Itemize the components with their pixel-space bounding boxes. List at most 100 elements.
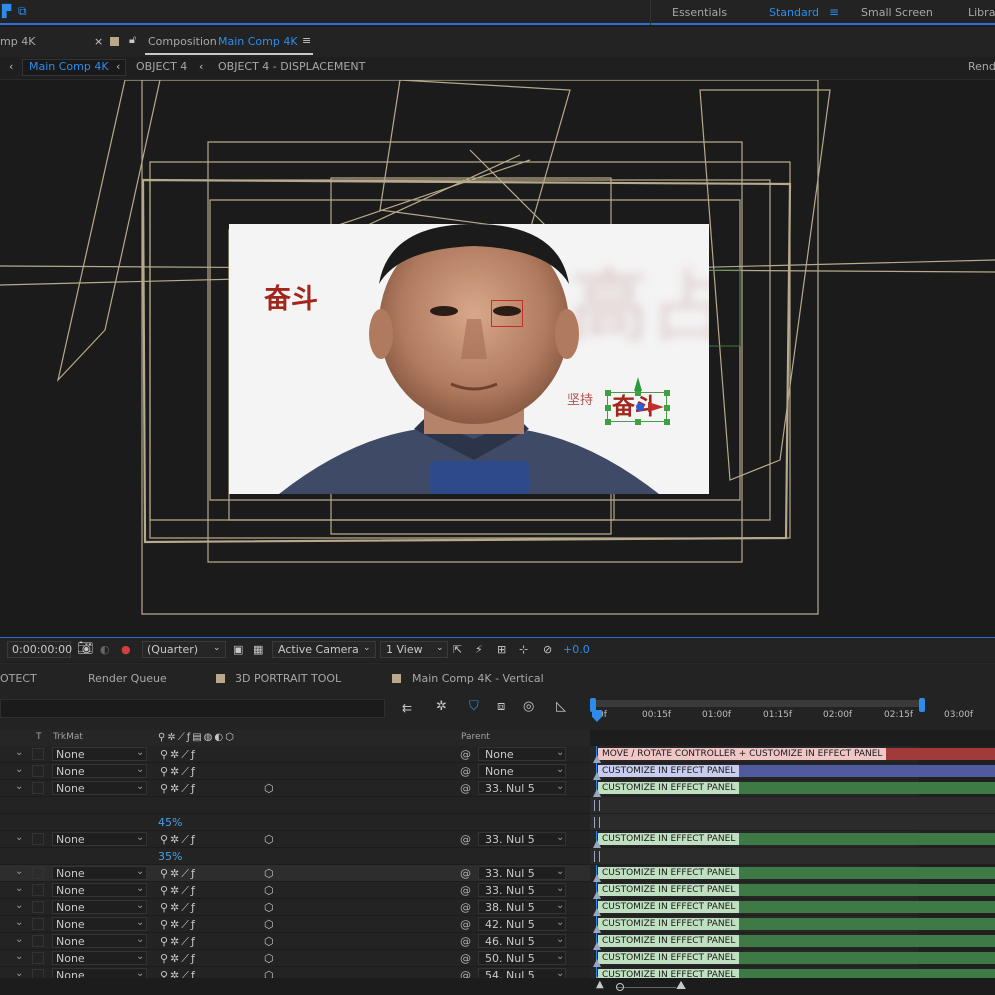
preserve-transparency-toggle[interactable] <box>32 901 44 913</box>
chevron-down-icon[interactable]: ⌄ <box>15 951 23 962</box>
work-area-end-handle[interactable] <box>919 698 925 712</box>
zoom-out-icon[interactable]: ▲ <box>596 979 604 990</box>
layer-row[interactable]: ⌄ None ⌄ ⚲✲⟋ƒ @ None ⌄ <box>0 763 590 780</box>
layer-switches-icon[interactable]: ⚲✲⟋ƒ <box>160 748 197 762</box>
pickwhip-icon[interactable]: @ <box>460 782 471 795</box>
comp-tab-name[interactable]: Main Comp 4K <box>218 35 298 48</box>
preserve-transparency-toggle[interactable] <box>32 935 44 947</box>
close-icon[interactable]: × <box>94 35 103 48</box>
chevron-down-icon[interactable]: ⌄ <box>15 934 23 945</box>
playhead[interactable] <box>592 710 602 722</box>
selection-box-eye[interactable] <box>491 300 523 327</box>
gizmo-handle[interactable] <box>664 390 670 396</box>
pickwhip-icon[interactable]: @ <box>460 884 471 897</box>
zoom-slider-track[interactable] <box>616 987 676 988</box>
layer-bar[interactable]: MOVE / ROTATE CONTROLLER + CUSTOMIZE IN … <box>598 748 995 760</box>
layer-bar[interactable]: CUSTOMIZE IN EFFECT PANEL <box>598 884 995 896</box>
flowchart-icon[interactable]: ⊹ <box>519 643 528 656</box>
preserve-transparency-toggle[interactable] <box>32 765 44 777</box>
subtitle-text[interactable]: 坚持 <box>567 389 593 408</box>
layer-bar[interactable]: CUSTOMIZE IN EFFECT PANEL <box>598 969 995 978</box>
layer-row[interactable]: ⌄ None ⌄ ⚲✲⟋ƒ ⬡ @50. Nul 5 ⌄ <box>0 950 590 967</box>
keyframe-marker[interactable] <box>594 851 600 862</box>
tab-left-comp[interactable]: mp 4K <box>0 35 35 48</box>
breadcrumb-main-comp[interactable]: Main Comp 4K <box>29 60 109 73</box>
composition-viewer[interactable]: 高 占 奋斗 坚持 奋斗 <box>0 80 995 637</box>
gizmo-handle[interactable] <box>605 405 611 411</box>
camera-snapshot-icon[interactable]: 📷︎ <box>77 641 94 656</box>
title-text-large[interactable]: 奋斗 <box>264 277 318 316</box>
pickwhip-icon[interactable]: @ <box>460 867 471 880</box>
breadcrumb-object-4[interactable]: OBJECT 4 <box>136 60 187 73</box>
layer-bar[interactable]: CUSTOMIZE IN EFFECT PANEL <box>598 918 995 930</box>
chevron-left-icon[interactable]: ‹ <box>9 60 13 73</box>
y-axis-arrow-icon[interactable] <box>634 377 642 391</box>
layer-bar[interactable]: CUSTOMIZE IN EFFECT PANEL <box>598 765 995 777</box>
chevron-down-icon[interactable]: ⌄ <box>15 866 23 877</box>
layer-search-input[interactable] <box>0 699 385 718</box>
pickwhip-icon[interactable]: @ <box>460 969 471 978</box>
layer-bar[interactable]: CUSTOMIZE IN EFFECT PANEL <box>598 901 995 913</box>
gizmo-handle[interactable] <box>664 419 670 425</box>
zoom-slider-handle[interactable] <box>616 983 624 991</box>
gizmo-handle[interactable] <box>605 419 611 425</box>
layer-row[interactable]: ⌄ None ⌄ ⚲✲⟋ƒ ⬡ @33. Nul 5 ⌄ <box>0 831 590 848</box>
preserve-transparency-toggle[interactable] <box>32 867 44 879</box>
layer-row[interactable]: ⌄ None ⌄ ⚲✲⟋ƒ ⬡ @33. Nul 5 ⌄ <box>0 882 590 899</box>
workspace-essentials[interactable]: Essentials <box>672 6 727 19</box>
pickwhip-icon[interactable]: @ <box>460 952 471 965</box>
fast-preview-icon[interactable]: ⚡︎ <box>475 643 483 656</box>
layer-row[interactable] <box>0 797 590 814</box>
pickwhip-icon[interactable]: @ <box>460 901 471 914</box>
layer-row[interactable]: ⌄ None ⌄ ⚲✲⟋ƒ ⬡ @42. Nul 5 ⌄ <box>0 916 590 933</box>
composition-flowchart-icon[interactable]: ⇇ <box>402 701 412 715</box>
layer-switches-icon[interactable]: ⚲✲⟋ƒ <box>160 867 197 881</box>
work-area-bar[interactable] <box>590 700 923 707</box>
property-value[interactable]: 45% <box>158 816 182 829</box>
3d-layer-icon[interactable]: ⬡ <box>264 901 274 914</box>
pickwhip-icon[interactable]: @ <box>460 918 471 931</box>
timeline-icon[interactable]: ⊞ <box>497 643 506 656</box>
preserve-transparency-toggle[interactable] <box>32 884 44 896</box>
column-trkmat[interactable]: TrkMat <box>53 732 83 742</box>
chevron-down-icon[interactable]: ⌄ <box>15 832 23 843</box>
3d-layer-icon[interactable]: ⬡ <box>264 935 274 948</box>
chevron-down-icon[interactable]: ⌄ <box>15 747 23 758</box>
column-parent[interactable]: Parent <box>461 732 490 742</box>
lock-icon[interactable]: 🔓︎ <box>129 33 136 47</box>
graph-editor-icon[interactable]: ◺ <box>556 699 566 714</box>
pickwhip-icon[interactable]: @ <box>460 935 471 948</box>
tab-render-queue[interactable]: Render Queue <box>88 672 167 685</box>
workspace-menu-icon[interactable]: ≡ <box>829 5 839 19</box>
3d-layer-icon[interactable]: ⬡ <box>264 918 274 931</box>
3d-layer-icon[interactable]: ⬡ <box>264 952 274 965</box>
gizmo-handle[interactable] <box>664 405 670 411</box>
layer-switches-icon[interactable]: ⚲✲⟋ƒ <box>160 935 197 949</box>
chevron-down-icon[interactable]: ⌄ <box>15 900 23 911</box>
layer-bar[interactable]: CUSTOMIZE IN EFFECT PANEL <box>598 935 995 947</box>
layer-bar[interactable]: CUSTOMIZE IN EFFECT PANEL <box>598 867 995 879</box>
layer-row[interactable]: 45% <box>0 814 590 831</box>
exposure-value[interactable]: +0.0 <box>563 643 590 656</box>
color-channels-icon[interactable]: ● <box>121 643 131 656</box>
transparency-grid-icon[interactable]: ▦ <box>253 643 263 656</box>
show-snapshot-icon[interactable]: ◐ <box>100 643 110 656</box>
chevron-down-icon[interactable]: ⌄ <box>15 917 23 928</box>
preserve-transparency-toggle[interactable] <box>32 969 44 978</box>
chevron-down-icon[interactable]: ⌄ <box>15 781 23 792</box>
layer-switches-icon[interactable]: ⚲✲⟋ƒ <box>160 952 197 966</box>
layer-row[interactable]: ⌄ None ⌄ ⚲✲⟋ƒ ⬡ @46. Nul 5 ⌄ <box>0 933 590 950</box>
layer-switches-icon[interactable]: ⚲✲⟋ƒ <box>160 833 197 847</box>
preserve-transparency-toggle[interactable] <box>32 833 44 845</box>
layer-row[interactable]: ⌄ None ⌄ ⚲✲⟋ƒ @ None ⌄ <box>0 746 590 763</box>
layer-row[interactable]: ⌄ None ⌄ ⚲✲⟋ƒ ⬡ @38. Nul 5 ⌄ <box>0 899 590 916</box>
workspace-small-screen[interactable]: Small Screen <box>861 6 933 19</box>
workspace-libraries[interactable]: Libra <box>968 6 995 19</box>
pickwhip-icon[interactable]: @ <box>460 833 471 846</box>
3d-layer-icon[interactable]: ⬡ <box>264 833 274 846</box>
layer-bar[interactable]: CUSTOMIZE IN EFFECT PANEL <box>598 833 995 845</box>
time-ruler[interactable]: 0f 00:15f 01:00f 01:15f 02:00f 02:15f 03… <box>590 698 995 730</box>
keyframe-marker[interactable] <box>594 817 600 828</box>
3d-layer-icon[interactable]: ⬡ <box>264 884 274 897</box>
3d-layer-icon[interactable]: ⬡ <box>264 969 274 978</box>
